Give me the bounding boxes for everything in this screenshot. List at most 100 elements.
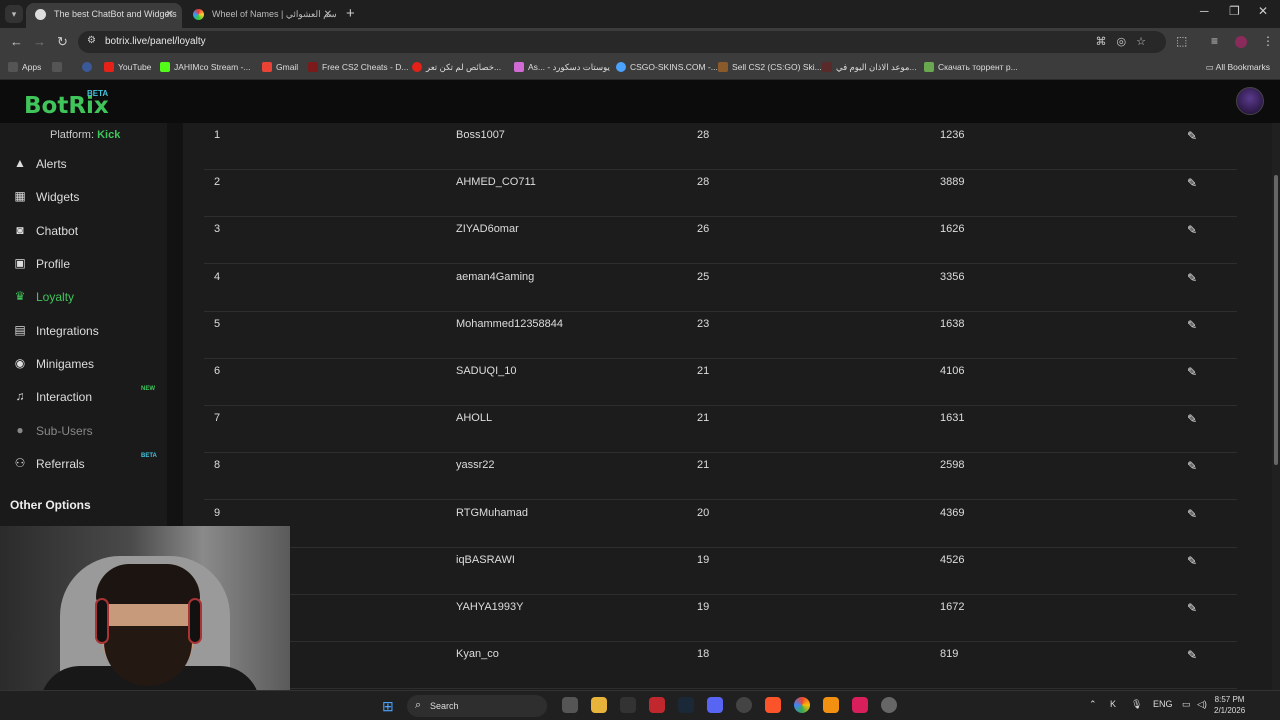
- bookmark-item[interactable]: Скачать торрент р...: [924, 62, 1018, 72]
- level-cell: 19: [697, 601, 710, 613]
- sidebar-item-label: Alerts: [36, 157, 67, 171]
- sidebar-item-chatbot[interactable]: ◙ Chatbot: [0, 217, 167, 245]
- kick-icon: [160, 62, 170, 72]
- streaming-app-icon[interactable]: [852, 697, 868, 713]
- sidebar-item-referrals[interactable]: ⚇ Referrals BETA: [0, 450, 167, 478]
- users-icon: ●: [16, 423, 24, 437]
- edit-pencil-icon[interactable]: ✎: [1187, 601, 1197, 615]
- g-hub-icon[interactable]: [620, 697, 636, 713]
- taskbar-search[interactable]: ⌕ Search: [407, 695, 547, 717]
- vlc-icon[interactable]: [823, 697, 839, 713]
- sidebar-item-minigames[interactable]: ◉ Minigames: [0, 350, 167, 378]
- brave-icon[interactable]: [765, 697, 781, 713]
- steam-icon[interactable]: [678, 697, 694, 713]
- table-row: YAHYA1993Y 19 1672 ✎: [204, 595, 1237, 642]
- bookmark-item[interactable]: JAHIMco Stream -...: [160, 62, 251, 72]
- bookmark-item[interactable]: As... - يوستات دسكورد: [514, 62, 610, 73]
- extensions-icon[interactable]: ⬚: [1176, 34, 1187, 48]
- sidebar-item-alerts[interactable]: ▲ Alerts: [0, 150, 167, 178]
- tray-chevron-icon[interactable]: ⌃: [1089, 699, 1097, 710]
- sidebar-item-integrations[interactable]: ▤ Integrations: [0, 317, 167, 345]
- media-controls-icon[interactable]: ≡: [1211, 34, 1218, 48]
- edit-pencil-icon[interactable]: ✎: [1187, 223, 1197, 237]
- forward-icon[interactable]: →: [33, 34, 46, 49]
- sidebar-item-label: Widgets: [36, 190, 80, 204]
- sidebar-item-interaction[interactable]: ♫ Interaction NEW: [0, 383, 167, 411]
- bookmark-item[interactable]: Gmail: [262, 62, 298, 72]
- task-view-icon[interactable]: [562, 697, 578, 713]
- edit-pencil-icon[interactable]: ✎: [1187, 318, 1197, 332]
- tab-botrix[interactable]: The best ChatBot and Widgets ✕: [26, 3, 182, 28]
- close-tab-icon[interactable]: ✕: [324, 3, 332, 26]
- points-cell: 1672: [940, 601, 965, 613]
- all-bookmarks[interactable]: ▭ All Bookmarks: [1206, 62, 1270, 73]
- sidebar-item-loyalty[interactable]: ♛ Loyalty: [0, 283, 167, 311]
- points-cell: 1626: [940, 223, 965, 236]
- apps-grid-icon: [8, 62, 18, 72]
- edit-pencil-icon[interactable]: ✎: [1187, 271, 1197, 285]
- windows-start-icon[interactable]: ⊞: [382, 698, 394, 715]
- tab-wheel-of-names[interactable]: Wheel of Names | سم العشوائي ✕: [184, 3, 340, 28]
- username-cell: Boss1007: [456, 129, 505, 141]
- other-options-heading[interactable]: Other Options: [10, 498, 91, 512]
- edit-pencil-icon[interactable]: ✎: [1187, 129, 1197, 143]
- tab-search-icon[interactable]: ▾: [5, 5, 23, 23]
- edit-pencil-icon[interactable]: ✎: [1187, 365, 1197, 379]
- bookmark-item[interactable]: YouTube: [104, 62, 151, 72]
- red-app-icon[interactable]: [649, 697, 665, 713]
- bookmark-item[interactable]: Apps: [8, 62, 41, 72]
- rank-cell: 4: [214, 270, 221, 283]
- bookmark-item[interactable]: CSGO-SKINS.COM -...: [616, 62, 718, 72]
- url-text[interactable]: botrix.live/panel/loyalty: [105, 36, 206, 47]
- new-tab-icon[interactable]: +: [346, 5, 355, 22]
- network-icon[interactable]: ▭: [1182, 699, 1191, 710]
- microphone-icon[interactable]: 🎙: [1131, 699, 1142, 710]
- edit-pencil-icon[interactable]: ✎: [1187, 554, 1197, 568]
- back-icon[interactable]: ←: [10, 34, 23, 49]
- bookmark-item[interactable]: Sell CS2 (CS:GO) Ski...: [718, 62, 822, 72]
- language-indicator[interactable]: ENG: [1153, 699, 1173, 709]
- close-window-icon[interactable]: ✕: [1258, 4, 1268, 18]
- restore-icon[interactable]: ❐: [1229, 4, 1240, 18]
- rank-cell: 3: [214, 223, 221, 236]
- reload-icon[interactable]: ↻: [57, 34, 68, 50]
- chrome-icon[interactable]: [794, 697, 810, 713]
- points-cell: 1236: [940, 129, 965, 141]
- table-row: 3 ZIYAD6omar 26 1626 ✎: [204, 217, 1237, 265]
- level-cell: 28: [697, 129, 710, 141]
- edit-pencil-icon[interactable]: ✎: [1187, 507, 1197, 521]
- close-tab-icon[interactable]: ✕: [166, 3, 174, 26]
- sidebar-item-widgets[interactable]: ▦ Widgets: [0, 183, 167, 211]
- sidebar-item-profile[interactable]: ▣ Profile: [0, 250, 167, 278]
- profile-avatar-icon[interactable]: [1235, 36, 1247, 48]
- discord-icon[interactable]: [707, 697, 723, 713]
- site-info-icon[interactable]: ⚙: [87, 35, 96, 46]
- obs-icon[interactable]: [736, 697, 752, 713]
- bookmark-item[interactable]: Free CS2 Cheats - D...: [308, 62, 408, 72]
- points-cell: 3889: [940, 176, 965, 189]
- address-bar-actions[interactable]: ⌘◎☆: [1096, 35, 1156, 48]
- minimize-icon[interactable]: ─: [1200, 4, 1209, 18]
- edit-pencil-icon[interactable]: ✎: [1187, 176, 1197, 190]
- edit-pencil-icon[interactable]: ✎: [1187, 648, 1197, 662]
- menu-icon[interactable]: ⋮: [1262, 34, 1274, 48]
- edit-pencil-icon[interactable]: ✎: [1187, 459, 1197, 473]
- user-avatar[interactable]: [1236, 87, 1264, 115]
- warning-icon: ▲: [14, 156, 26, 170]
- file-explorer-icon[interactable]: [591, 697, 607, 713]
- sidebar-item-sub-users[interactable]: ● Sub-Users: [0, 417, 167, 445]
- volume-icon[interactable]: ◁): [1197, 699, 1207, 710]
- table-row: 6 SADUQI_10 21 4106 ✎: [204, 359, 1237, 406]
- settings-icon[interactable]: [881, 697, 897, 713]
- edit-pencil-icon[interactable]: ✎: [1187, 412, 1197, 426]
- rank-cell: 5: [214, 317, 221, 330]
- address-bar[interactable]: ⚙ botrix.live/panel/loyalty ⌘◎☆: [78, 31, 1166, 53]
- clock[interactable]: 8:57 PM 2/1/2026: [1214, 694, 1245, 716]
- bookmark-item[interactable]: موعد الاذان اليوم في...: [822, 62, 917, 73]
- sidebar-item-label: Referrals: [36, 457, 85, 471]
- kick-tray-icon[interactable]: K: [1110, 699, 1116, 709]
- points-cell: 1631: [940, 412, 965, 425]
- bookmark-item[interactable]: خصائص لم تكن تعر...: [412, 62, 501, 73]
- page-scrollbar[interactable]: [1272, 123, 1280, 690]
- scrollbar-thumb[interactable]: [1274, 175, 1278, 465]
